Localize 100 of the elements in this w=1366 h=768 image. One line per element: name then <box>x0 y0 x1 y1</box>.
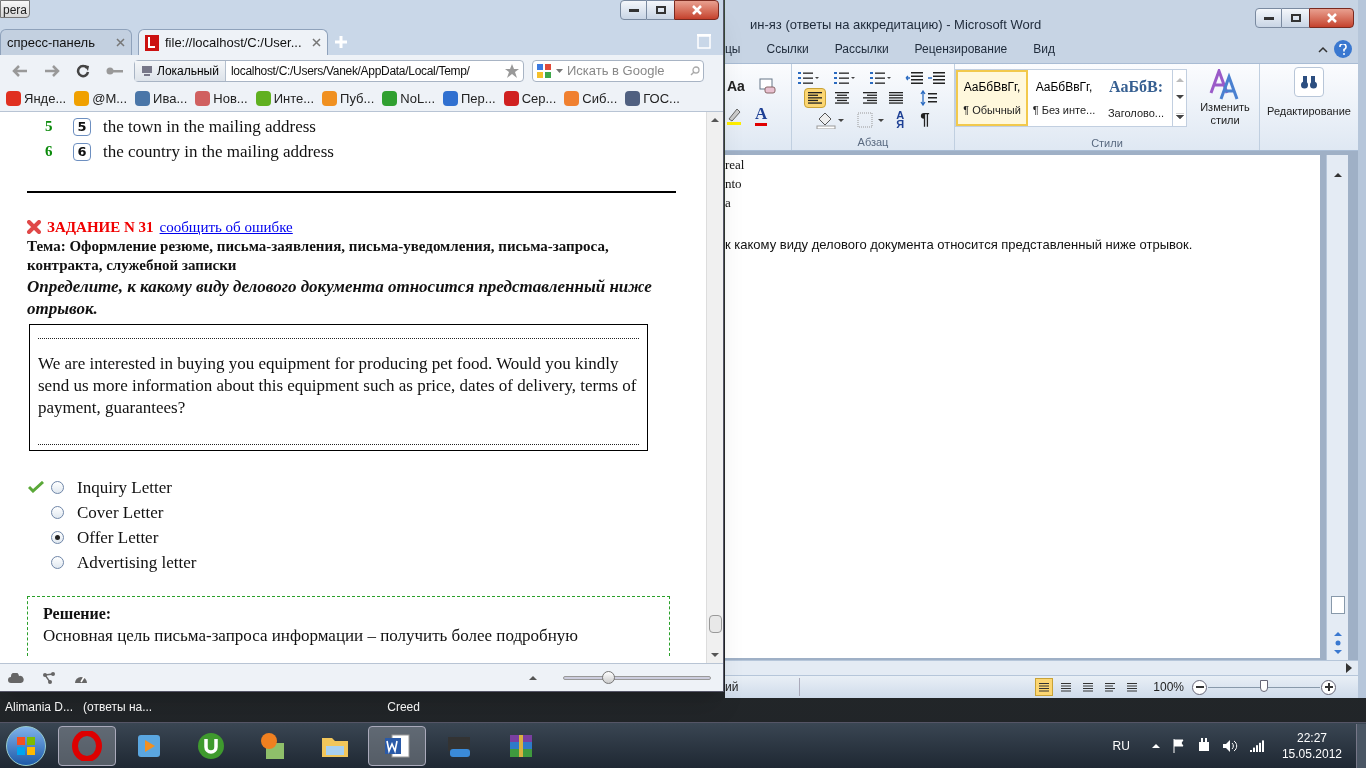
opera-menu-button[interactable]: pera <box>0 0 31 18</box>
editing-button[interactable]: Редактирование <box>1260 64 1358 150</box>
sort-button[interactable]: АЯ <box>896 110 911 129</box>
search-field[interactable]: Искать в Google <box>532 59 704 82</box>
zoom-slider-thumb[interactable] <box>601 670 615 684</box>
match-number: 5 <box>45 117 54 137</box>
maximize-button[interactable] <box>647 0 674 20</box>
volume-icon[interactable] <box>1221 738 1238 753</box>
close-button[interactable] <box>1309 8 1354 28</box>
bookmark-item[interactable]: Янде... <box>6 88 67 109</box>
bookmark-item[interactable]: Сер... <box>503 88 557 109</box>
minimize-button[interactable] <box>1255 8 1282 28</box>
bookmark-item[interactable]: Пуб... <box>322 88 375 109</box>
share-icon[interactable] <box>42 671 56 684</box>
panel-toggle-icon[interactable] <box>529 675 537 680</box>
bookmark-star-icon[interactable] <box>505 63 519 78</box>
close-tab-icon[interactable] <box>116 38 125 47</box>
bookmark-item[interactable]: Пер... <box>443 88 496 109</box>
list-icon[interactable] <box>797 70 819 85</box>
show-marks-button[interactable]: ¶ <box>920 106 930 133</box>
style-option[interactable]: АаБбВвГг, ¶ Без инте... <box>1028 70 1100 126</box>
scroll-right-icon[interactable] <box>1346 663 1352 673</box>
vertical-scrollbar[interactable] <box>706 112 723 663</box>
radio-button[interactable] <box>51 531 64 544</box>
windows-logo-icon <box>16 735 36 756</box>
show-hidden-icons-icon[interactable] <box>1151 743 1160 748</box>
address-field[interactable]: Локальный localhost/C:/Users/Vanek/AppData/Local/Temp/ <box>134 59 524 82</box>
close-button[interactable] <box>674 0 719 20</box>
bookmark-item[interactable]: @M... <box>74 88 128 109</box>
scroll-up-icon[interactable] <box>711 117 719 122</box>
zoom-slider-thumb[interactable] <box>1260 679 1268 692</box>
gallery-scroll[interactable] <box>1172 70 1186 126</box>
browser-tab[interactable]: спресс-панель <box>0 29 132 55</box>
maximize-icon <box>655 6 666 14</box>
taskbar-app[interactable] <box>368 725 426 766</box>
shading-icon[interactable] <box>816 110 847 129</box>
scrollbar-thumb[interactable] <box>708 615 722 633</box>
change-case-button[interactable]: Aa <box>727 76 745 97</box>
change-styles-button[interactable]: Изменить стили <box>1191 69 1259 127</box>
help-icon[interactable] <box>1334 40 1352 58</box>
minus-icon <box>1195 686 1204 688</box>
scroll-up-icon[interactable] <box>1332 171 1343 179</box>
bookmark-item[interactable]: Инте... <box>255 88 315 109</box>
answer-key: 6 <box>73 142 91 161</box>
vertical-scrollbar[interactable] <box>1326 155 1348 660</box>
clock-time[interactable]: 22:27 <box>1296 729 1327 746</box>
radio-button[interactable] <box>51 556 64 569</box>
flag-icon[interactable] <box>1171 738 1186 753</box>
dropdown-caret-icon[interactable] <box>556 68 563 73</box>
clear-formatting-icon[interactable] <box>758 77 777 96</box>
bookmark-item[interactable]: NoL... <box>382 88 435 109</box>
font-color-button[interactable]: A <box>755 105 768 126</box>
highlight-icon[interactable] <box>727 106 741 125</box>
list-icon[interactable] <box>869 70 891 85</box>
option-label: Cover Letter <box>77 501 164 524</box>
cloud-icon[interactable] <box>8 672 24 683</box>
search-engine-icon[interactable] <box>536 62 552 79</box>
language-indicator[interactable]: RU <box>1112 736 1130 755</box>
clock-date[interactable]: 15.05.2012 <box>1281 745 1342 762</box>
scroll-down-icon[interactable] <box>711 653 719 658</box>
style-option[interactable]: АаБбВ: Заголово... <box>1100 70 1172 126</box>
ribbon-tab[interactable]: Вид <box>1020 40 1068 58</box>
scrollbar-thumb[interactable] <box>1330 595 1345 614</box>
signal-icon[interactable] <box>1249 739 1266 752</box>
radio-button[interactable] <box>51 481 64 494</box>
wrong-icon <box>27 220 41 234</box>
bookmark-item[interactable]: Сиб... <box>564 88 618 109</box>
minimize-button[interactable] <box>620 0 647 20</box>
task-topic: Тема: Оформление резюме, письма-заявления, письма-уведомления, письма-запроса, контракта, служебной записки <box>27 237 610 275</box>
view-icon <box>1060 682 1073 692</box>
previous-page-icon[interactable] <box>1333 630 1342 636</box>
radio-button[interactable] <box>51 506 64 519</box>
scroll-down-icon[interactable] <box>1175 95 1184 100</box>
view-button[interactable] <box>1035 678 1054 696</box>
bookmark-item[interactable]: Нов... <box>195 88 248 109</box>
ribbon-tab[interactable]: Рецензирование <box>901 40 1021 58</box>
next-page-icon[interactable] <box>1333 650 1342 656</box>
ribbon-tab[interactable]: Рассылки <box>821 40 902 58</box>
reload-icon[interactable] <box>76 63 90 78</box>
collapse-ribbon-icon[interactable] <box>1318 45 1328 53</box>
security-badge[interactable]: Локальный <box>135 60 226 81</box>
bookmark-item[interactable]: Ива... <box>135 88 188 109</box>
start-button[interactable] <box>6 725 46 766</box>
zoom-out-button[interactable] <box>1192 679 1207 695</box>
ribbon-tab[interactable]: Ссылки <box>753 40 822 58</box>
ribbon-tab[interactable]: цы <box>725 40 754 58</box>
more-icon[interactable] <box>1175 113 1184 120</box>
report-error-link[interactable]: сообщить об ошибке <box>159 215 293 239</box>
style-option[interactable]: АаБбВвГг, ¶ Обычный <box>956 70 1028 126</box>
horizontal-scrollbar[interactable] <box>725 660 1358 676</box>
maximize-button[interactable] <box>1282 8 1309 28</box>
close-tab-icon[interactable] <box>312 38 321 47</box>
list-icon[interactable] <box>833 70 855 85</box>
maximize-icon <box>1290 14 1301 22</box>
bookmark-item[interactable]: ГОС... <box>625 88 680 109</box>
power-icon[interactable] <box>1197 737 1210 754</box>
align-button[interactable] <box>804 88 826 109</box>
zoom-in-button[interactable] <box>1321 679 1336 695</box>
browse-object-icon[interactable] <box>1333 640 1342 646</box>
browser-tab[interactable]: file://localhost/C:/User... <box>138 29 328 55</box>
